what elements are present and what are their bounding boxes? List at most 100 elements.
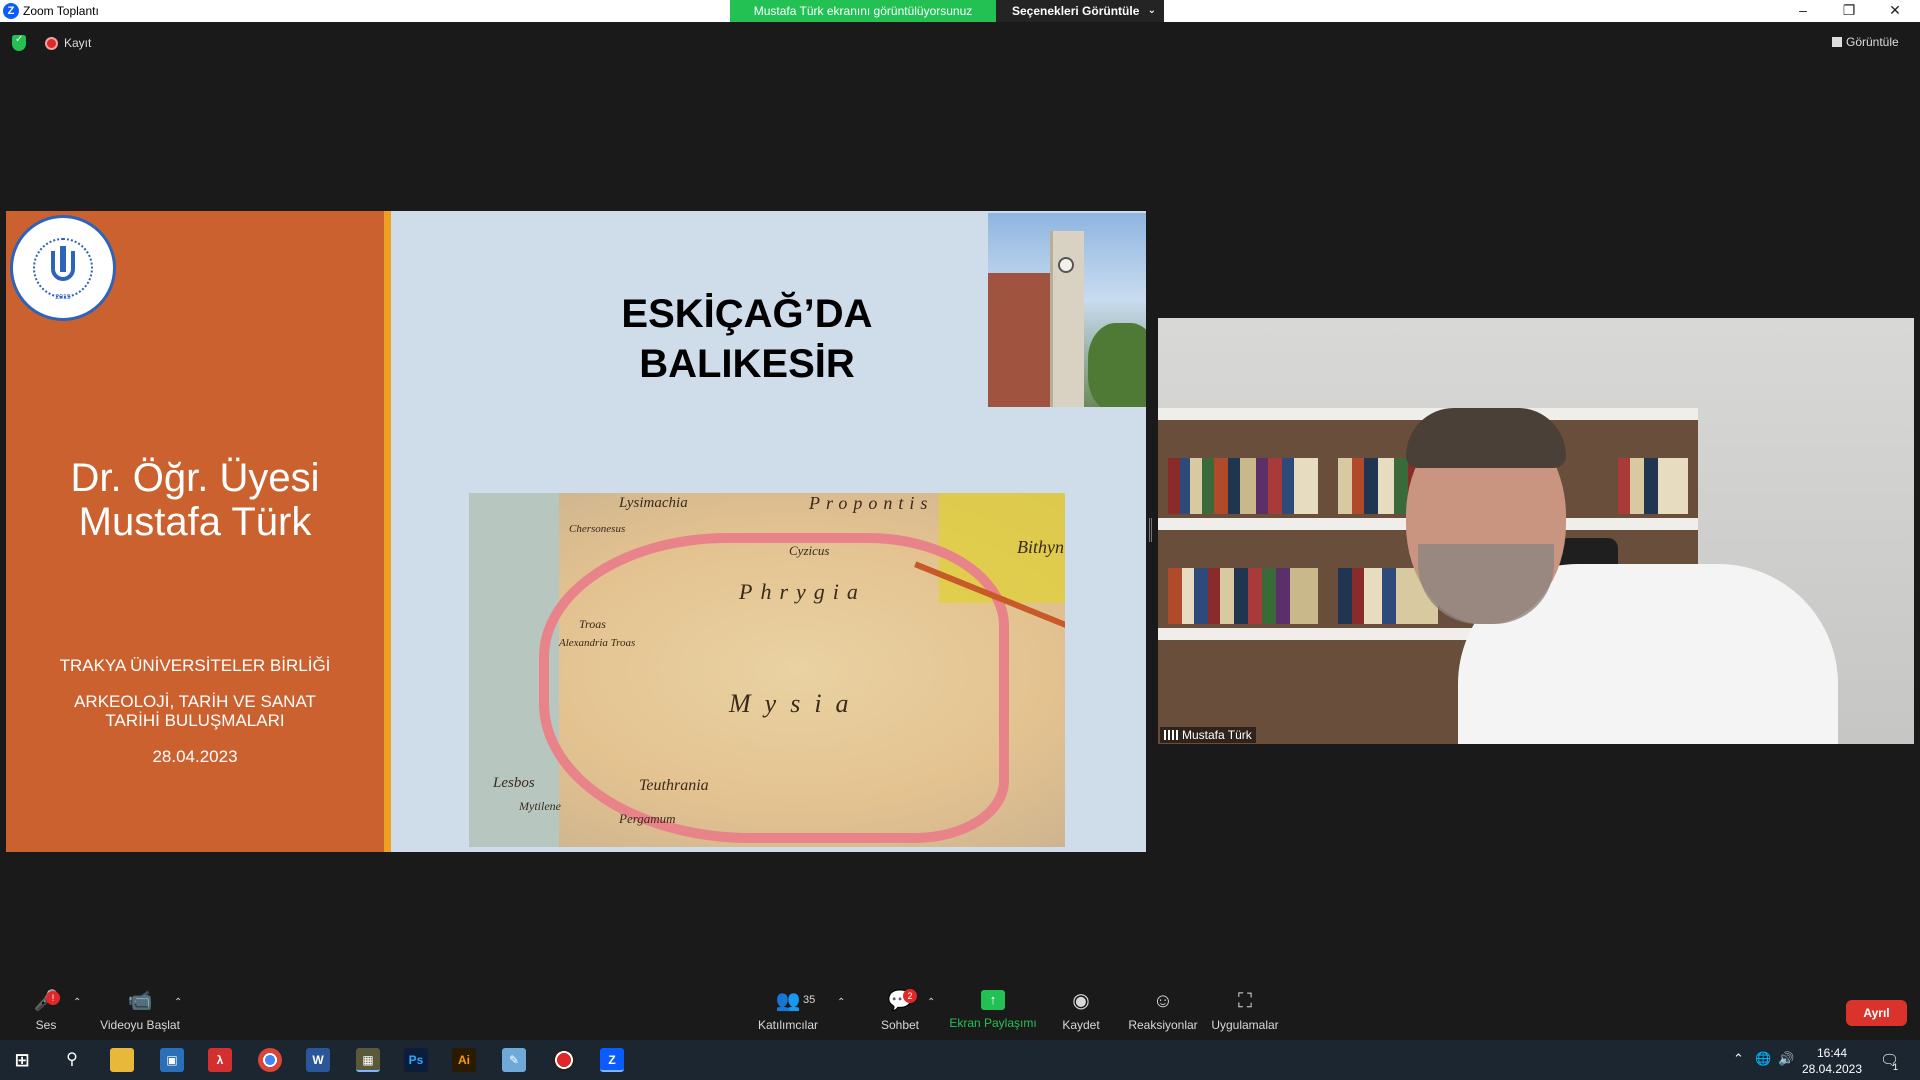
file-explorer-icon[interactable]: [110, 1048, 134, 1072]
zoom-logo-icon: Z: [3, 3, 19, 19]
panel-resize-handle[interactable]: [1149, 518, 1152, 542]
map-label: Mytilene: [519, 799, 561, 813]
recorder-icon[interactable]: [552, 1048, 576, 1072]
participants-options-caret[interactable]: ⌃: [837, 997, 845, 1008]
acrobat-icon[interactable]: λ: [208, 1048, 232, 1072]
title-bar: Z Zoom Toplantı Mustafa Türk ekranını gö…: [0, 0, 1920, 22]
map-label: Troas: [579, 617, 606, 631]
logo-year: 2015: [55, 294, 71, 301]
video-options-caret[interactable]: ⌃: [174, 997, 182, 1008]
audio-options-caret[interactable]: ⌃: [73, 997, 81, 1008]
slide-department: ARKEOLOJİ, TARİH VE SANAT TARİHİ BULUŞMA…: [74, 692, 316, 730]
map-label: Phrygia: [739, 579, 866, 604]
ms-app-icon[interactable]: ▦: [356, 1048, 380, 1072]
participants-count: 35: [803, 994, 816, 1006]
view-button[interactable]: Görüntüle: [1832, 35, 1899, 49]
grid-view-icon: [1832, 37, 1842, 47]
windows-start-icon[interactable]: ⊞: [10, 1048, 34, 1072]
audio-warning-badge: !: [46, 991, 60, 1005]
slide-title: ESKİÇAĞ’DA BALIKESİR: [482, 289, 1012, 389]
chat-options-caret[interactable]: ⌃: [927, 997, 935, 1008]
reactions-button[interactable]: ☺ Reaksiyonlar: [1126, 990, 1200, 1032]
meeting-toolbar: 🎤 Ses ! ⌃ 📹 Videoyu Başlat ⌃ 👥 Katılımcı…: [0, 975, 1920, 1040]
map-label: Chersonesus: [569, 523, 626, 535]
screen-share-banner: Mustafa Türk ekranını görüntülüyorsunuz: [730, 0, 996, 22]
ancient-map-image: Lysimachia Chersonesus Propontis Cyzicus…: [469, 493, 1065, 847]
chat-label: Sohbet: [880, 1018, 920, 1032]
map-label: Lesbos: [493, 775, 535, 791]
video-off-icon: 📹: [127, 990, 153, 1012]
record-icon: ◉: [1072, 990, 1090, 1012]
map-label: Cyzicus: [789, 543, 830, 558]
view-options-label: Seçenekleri Görüntüle: [1012, 4, 1140, 18]
chat-icon: 💬: [887, 990, 913, 1012]
chat-button[interactable]: 💬 Sohbet: [872, 990, 928, 1032]
slide-left-panel: 2015 Dr. Öğr. Üyesi Mustafa Türk TRAKYA …: [6, 211, 384, 852]
illustrator-icon[interactable]: Ai: [452, 1048, 476, 1072]
clock-tower-photo: [988, 213, 1146, 407]
books: [1168, 568, 1318, 624]
reactions-icon: ☺: [1152, 990, 1174, 1012]
view-button-label: Görüntüle: [1846, 35, 1899, 49]
view-options-dropdown[interactable]: Seçenekleri Görüntüle ⌄: [996, 0, 1164, 22]
paint-icon[interactable]: ✎: [502, 1048, 526, 1072]
books: [1168, 458, 1318, 514]
notification-count: 1: [1893, 1062, 1899, 1072]
shared-screen-slide: 2015 Dr. Öğr. Üyesi Mustafa Türk TRAKYA …: [6, 211, 1146, 852]
security-shield-icon[interactable]: [12, 34, 26, 51]
start-video-label: Videoyu Başlat: [100, 1018, 180, 1032]
participants-label: Katılımcılar: [757, 1018, 818, 1032]
show-hidden-icons-chevron-icon[interactable]: ⌃: [1733, 1051, 1744, 1067]
map-label: Alexandria Troas: [559, 637, 636, 649]
tree-shape: [1088, 323, 1146, 407]
signal-strength-icon: [1164, 730, 1178, 740]
leave-meeting-button[interactable]: Ayrıl: [1846, 1000, 1907, 1026]
books: [1618, 458, 1688, 514]
minimize-button[interactable]: –: [1780, 0, 1826, 22]
building-shape: [988, 273, 1058, 407]
audio-label: Ses: [35, 1018, 57, 1032]
map-label: Pergamum: [619, 811, 676, 826]
zoom-taskbar-icon[interactable]: Z: [600, 1048, 624, 1072]
university-logo: 2015: [10, 215, 116, 321]
system-clock[interactable]: 16:44 28.04.2023: [1796, 1045, 1868, 1077]
apps-label: Uygulamalar: [1211, 1018, 1279, 1032]
person-hair: [1406, 408, 1566, 468]
clock-time: 16:44: [1816, 1046, 1848, 1060]
participant-name-tag: Mustafa Türk: [1160, 727, 1256, 743]
recording-label[interactable]: Kayıt: [64, 36, 91, 50]
window-title: Zoom Toplantı: [23, 4, 99, 18]
word-icon[interactable]: W: [306, 1048, 330, 1072]
clock-icon: [1058, 257, 1074, 273]
record-label: Kaydet: [1062, 1018, 1100, 1032]
clock-date: 28.04.2023: [1801, 1062, 1863, 1076]
network-globe-icon[interactable]: 🌐: [1755, 1051, 1771, 1067]
logo-emblem-bar: [60, 246, 66, 272]
chrome-icon[interactable]: [258, 1048, 282, 1072]
reactions-label: Reaksiyonlar: [1128, 1018, 1198, 1032]
share-screen-button[interactable]: ↑ Ekran Paylaşımı: [948, 990, 1038, 1030]
map-label: Bithynia: [1017, 537, 1065, 557]
windows-taskbar: ⊞ ⚲ ▣ λ W ▦ Ps Ai ✎ Z ⌃ 🌐 🔊 16:44 28.04.…: [0, 1040, 1920, 1080]
close-window-button[interactable]: ✕: [1872, 0, 1918, 22]
restore-button[interactable]: ❐: [1826, 0, 1872, 22]
slide-organization: TRAKYA ÜNİVERSİTELER BİRLİĞİ: [59, 656, 331, 675]
share-screen-label: Ekran Paylaşımı: [949, 1016, 1037, 1030]
share-screen-icon: ↑: [981, 990, 1005, 1010]
recording-icon[interactable]: [45, 37, 58, 50]
slide-stripe: [384, 211, 391, 852]
map-label: Lysimachia: [619, 495, 688, 511]
apps-icon: ⛶: [1238, 990, 1252, 1012]
start-video-button[interactable]: 📹 Videoyu Başlat: [96, 990, 184, 1032]
map-label: Mysia: [729, 689, 863, 718]
record-button[interactable]: ◉ Kaydet: [1056, 990, 1106, 1032]
participant-video[interactable]: [1158, 318, 1914, 744]
volume-icon[interactable]: 🔊: [1778, 1051, 1794, 1067]
apps-button[interactable]: ⛶ Uygulamalar: [1208, 990, 1282, 1032]
map-label: Propontis: [809, 493, 934, 513]
screen-app-icon[interactable]: ▣: [160, 1048, 184, 1072]
participant-name: Mustafa Türk: [1182, 728, 1252, 742]
slide-title-line1: ESKİÇAĞ’DA: [621, 292, 873, 336]
search-icon[interactable]: ⚲: [60, 1048, 84, 1072]
photoshop-icon[interactable]: Ps: [404, 1048, 428, 1072]
